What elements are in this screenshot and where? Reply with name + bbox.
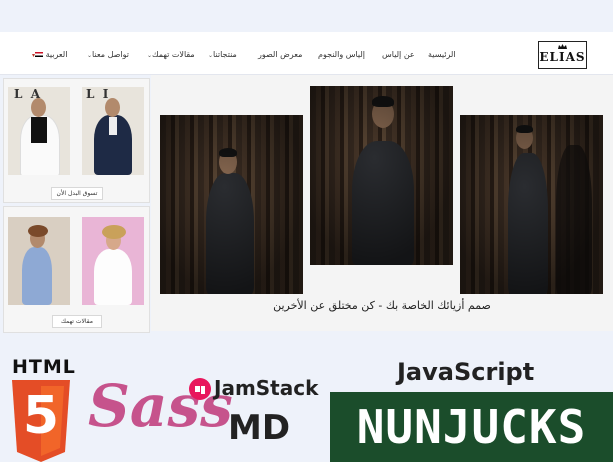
model-outfit (22, 247, 52, 305)
nav-contact[interactable]: تواصل معنا⌄ (85, 50, 129, 61)
articles-button[interactable]: مقالات تهمك (52, 315, 102, 328)
nav-home[interactable]: الرئيسية (428, 50, 456, 60)
nunjucks-logo: NUNJUCKS (330, 392, 613, 462)
model-hair (28, 225, 48, 237)
jamstack-icon (189, 378, 211, 400)
language-label: العربية (45, 50, 68, 59)
hero-photo-right[interactable] (460, 115, 603, 294)
jamstack-label: JamStack (214, 376, 319, 400)
hero-photo-left[interactable] (160, 115, 303, 294)
elias-logo[interactable]: ELIAS (538, 41, 587, 69)
shirt (109, 117, 117, 135)
nav-elias-stars-label: إلياس والنجوم (318, 50, 366, 59)
hero-photo-center[interactable] (310, 86, 453, 265)
html5-number: 5 (22, 386, 60, 446)
model-hair (102, 225, 126, 239)
egypt-flag-icon (35, 52, 44, 57)
lapel (31, 117, 47, 143)
article-thumb-left (8, 217, 70, 305)
article-thumb-right (82, 217, 144, 305)
nav-articles[interactable]: مقالات تهمك⌄ (145, 50, 195, 61)
suit-thumb-navy: L I (82, 87, 144, 175)
nav-contact-label: تواصل معنا (92, 50, 130, 59)
model-outfit (94, 249, 132, 305)
sass-logo: Sass (88, 372, 233, 440)
nunjucks-label: NUNJUCKS (356, 400, 587, 454)
language-switcher[interactable]: العربية ▾ (30, 50, 67, 61)
nav-products-label: منتجاتنا (213, 50, 237, 59)
nav-elias-stars[interactable]: إلياس والنجوم (318, 50, 365, 60)
nav-home-label: الرئيسية (428, 50, 456, 59)
hero-caption: صمم أزيائك الخاصة بك - كن مختلق عن الأخر… (273, 299, 491, 312)
suit-thumb-white: L A (8, 87, 70, 175)
nav-about-label: عن إلياس (382, 50, 415, 59)
nav-articles-label: مقالات تهمك (152, 50, 195, 59)
photo-shade (460, 115, 603, 294)
photo-shade (160, 115, 303, 294)
logo-text: ELIAS (539, 50, 586, 64)
nav-gallery[interactable]: معرض الصور (258, 50, 302, 60)
crown-icon (558, 44, 567, 49)
articles-card[interactable]: مقالات تهمك (3, 206, 150, 333)
model-head (31, 98, 46, 117)
bg-letters: L I (86, 87, 109, 101)
javascript-label: JavaScript (397, 358, 535, 386)
nav-products[interactable]: منتجاتنا⌄ (206, 50, 237, 61)
nav-gallery-label: معرض الصور (258, 50, 303, 59)
model-head (105, 98, 120, 117)
suits-card[interactable]: L A L I تسوق البدل الأن (3, 78, 150, 203)
photo-shade (310, 86, 453, 265)
html-label: HTML (12, 356, 76, 378)
shop-suits-button[interactable]: تسوق البدل الأن (51, 187, 103, 200)
md-label: MD (228, 408, 291, 448)
nav-about[interactable]: عن إلياس (382, 50, 415, 60)
